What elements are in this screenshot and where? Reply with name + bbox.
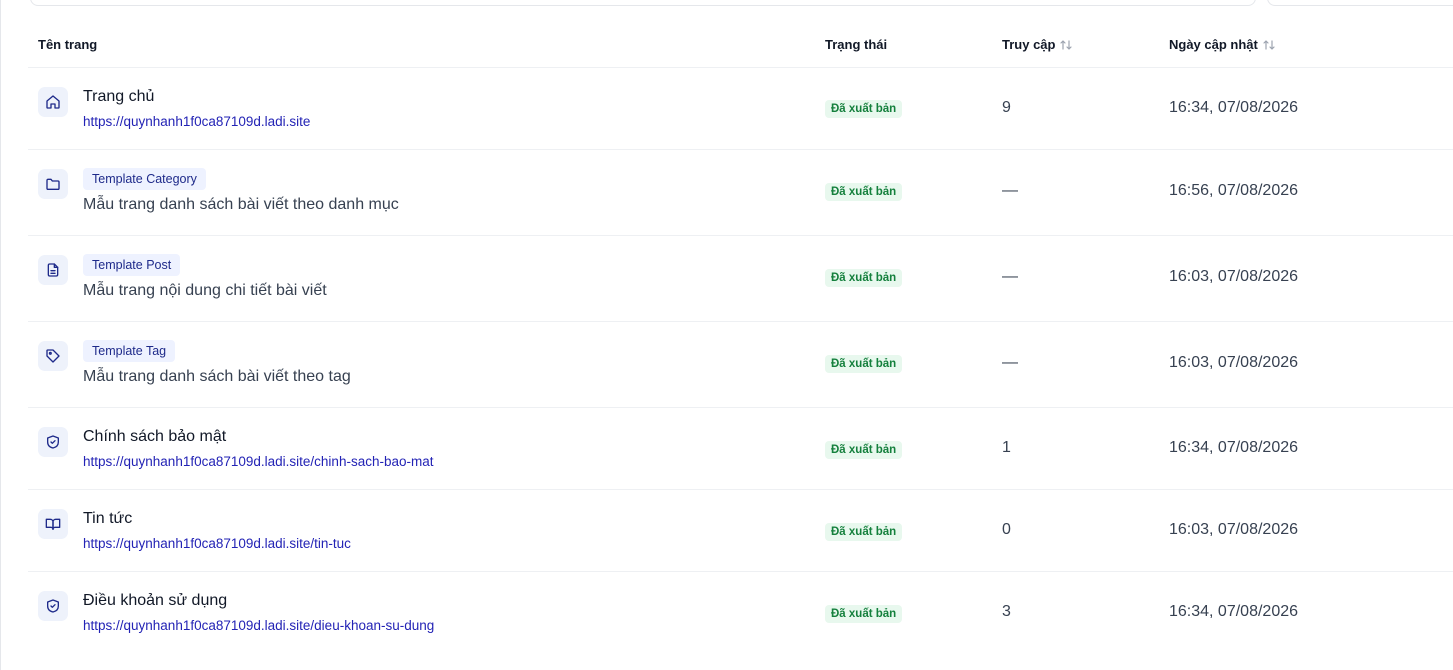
page-title[interactable]: Điều khoản sử dụng <box>83 592 227 610</box>
table-row[interactable]: Template Category Mẫu trang danh sách bà… <box>28 150 1453 236</box>
status-badge: Đã xuất bản <box>825 183 903 201</box>
header-visits-label: Truy cập <box>1002 37 1056 52</box>
template-description[interactable]: Mẫu trang danh sách bài viết theo danh m… <box>83 196 399 214</box>
template-description[interactable]: Mẫu trang nội dung chi tiết bài viết <box>83 282 327 300</box>
panel-border <box>0 0 1 670</box>
sort-icon[interactable] <box>1262 38 1276 52</box>
table-row[interactable]: Trang chủ https://quynhanh1f0ca87109d.la… <box>28 68 1453 150</box>
status-badge: Đã xuất bản <box>825 269 903 287</box>
table-row[interactable]: Template Post Mẫu trang nội dung chi tiế… <box>28 236 1453 322</box>
updated-date: 16:34, 07/08/2026 <box>1169 439 1299 456</box>
updated-date: 16:34, 07/08/2026 <box>1169 603 1299 620</box>
shield-check-icon <box>38 427 68 457</box>
page-url-link[interactable]: https://quynhanh1f0ca87109d.ladi.site/di… <box>83 618 434 633</box>
updated-date: 16:34, 07/08/2026 <box>1169 99 1299 116</box>
status-badge: Đã xuất bản <box>825 355 903 373</box>
status-badge: Đã xuất bản <box>825 605 903 623</box>
template-description[interactable]: Mẫu trang danh sách bài viết theo tag <box>83 368 351 386</box>
updated-date: 16:03, 07/08/2026 <box>1169 354 1299 371</box>
visits-count: 3 <box>1002 603 1011 620</box>
table-row[interactable]: Tin tức https://quynhanh1f0ca87109d.ladi… <box>28 490 1453 572</box>
shield-check-icon <box>38 591 68 621</box>
page-title[interactable]: Tin tức <box>83 510 132 528</box>
status-badge: Đã xuất bản <box>825 523 903 541</box>
template-badge: Template Category <box>83 168 206 190</box>
visits-count: 9 <box>1002 99 1011 116</box>
visits-count: — <box>1002 268 1018 285</box>
search-input[interactable] <box>30 0 1256 6</box>
status-badge: Đã xuất bản <box>825 100 903 118</box>
table-header: Tên trang Trạng thái Truy cập Ngày cập n… <box>28 22 1453 68</box>
book-open-icon <box>38 509 68 539</box>
template-badge: Template Post <box>83 254 181 276</box>
header-updated-label: Ngày cập nhật <box>1169 37 1258 52</box>
header-visits[interactable]: Truy cập <box>1002 37 1073 52</box>
template-badge: Template Tag <box>83 340 176 362</box>
visits-count: 0 <box>1002 521 1011 538</box>
home-icon <box>38 87 68 117</box>
visits-count: 1 <box>1002 439 1011 456</box>
page-url-link[interactable]: https://quynhanh1f0ca87109d.ladi.site/ch… <box>83 454 433 469</box>
header-updated[interactable]: Ngày cập nhật <box>1169 37 1276 52</box>
updated-date: 16:03, 07/08/2026 <box>1169 521 1299 538</box>
header-status: Trạng thái <box>825 37 887 52</box>
pages-list-page: Tên trang Trạng thái Truy cập Ngày cập n… <box>0 0 1453 670</box>
sort-icon[interactable] <box>1059 38 1073 52</box>
header-status-label: Trạng thái <box>825 37 888 52</box>
updated-date: 16:56, 07/08/2026 <box>1169 182 1299 199</box>
table-row[interactable]: Chính sách bảo mật https://quynhanh1f0ca… <box>28 408 1453 490</box>
table-row[interactable]: Template Tag Mẫu trang danh sách bài viế… <box>28 322 1453 408</box>
filter-select[interactable] <box>1267 0 1453 6</box>
page-title[interactable]: Trang chủ <box>83 88 154 106</box>
updated-date: 16:03, 07/08/2026 <box>1169 268 1299 285</box>
page-url-link[interactable]: https://quynhanh1f0ca87109d.ladi.site/ti… <box>83 536 351 551</box>
page-url-link[interactable]: https://quynhanh1f0ca87109d.ladi.site <box>83 114 310 129</box>
visits-count: — <box>1002 182 1018 199</box>
visits-count: — <box>1002 354 1018 371</box>
status-badge: Đã xuất bản <box>825 441 903 459</box>
page-title[interactable]: Chính sách bảo mật <box>83 428 226 446</box>
table-row[interactable]: Điều khoản sử dụng https://quynhanh1f0ca… <box>28 572 1453 653</box>
header-name-label: Tên trang <box>38 37 98 52</box>
document-icon <box>38 255 68 285</box>
tag-icon <box>38 341 68 371</box>
header-name: Tên trang <box>38 37 97 52</box>
folder-icon <box>38 169 68 199</box>
pages-table: Tên trang Trạng thái Truy cập Ngày cập n… <box>28 22 1453 653</box>
